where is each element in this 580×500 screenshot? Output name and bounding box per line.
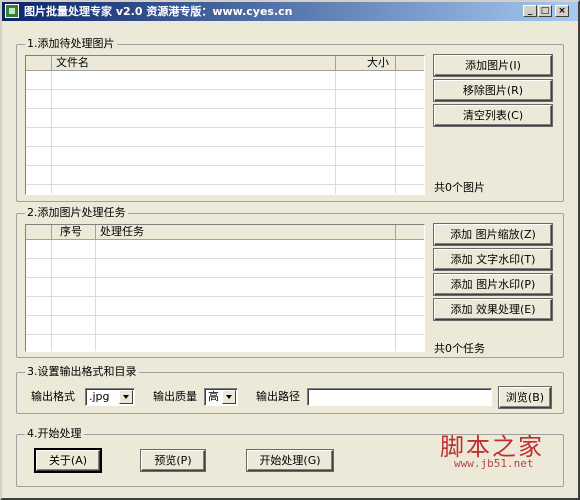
quality-value: 高 (208, 390, 219, 403)
table-row[interactable] (26, 166, 424, 185)
image-count: 共0个图片 (434, 181, 485, 194)
task-list-header-blank (26, 225, 52, 240)
table-row[interactable] (26, 240, 424, 259)
add-scale-task-button[interactable]: 添加 图片缩放(Z) (434, 224, 552, 245)
about-button[interactable]: 关于(A) (36, 450, 100, 471)
add-images-group-label: 1.添加待处理图片 (25, 37, 117, 51)
task-count: 共0个任务 (434, 342, 485, 355)
format-select[interactable]: .jpg (85, 388, 135, 406)
table-row[interactable] (26, 335, 424, 351)
remove-image-button[interactable]: 移除图片(R) (434, 80, 552, 101)
minimize-button[interactable]: _ (523, 5, 537, 17)
chevron-down-icon[interactable] (119, 390, 133, 404)
preview-button[interactable]: 预览(P) (141, 450, 205, 471)
app-icon (5, 4, 19, 18)
table-row[interactable] (26, 316, 424, 335)
add-text-watermark-button[interactable]: 添加 文字水印(T) (434, 249, 552, 270)
format-label: 输出格式 (31, 390, 75, 403)
path-label: 输出路径 (256, 390, 300, 403)
table-row[interactable] (26, 185, 424, 194)
quality-label: 输出质量 (153, 390, 197, 403)
add-images-group: 1.添加待处理图片 文件名 大小 添加图片(I) 移除图片(R) 清空列表(C)… (16, 37, 564, 202)
main-window: 图片批量处理专家 v2.0 资源港专版：www.cyes.cn _ □ × 1.… (0, 0, 580, 500)
add-image-button[interactable]: 添加图片(I) (434, 55, 552, 76)
table-row[interactable] (26, 90, 424, 109)
add-tasks-group: 2.添加图片处理任务 序号 处理任务 添加 图片缩放(Z) 添加 文字水印(T)… (16, 206, 564, 358)
task-list-header-index[interactable]: 序号 (52, 225, 96, 240)
task-list-header-task[interactable]: 处理任务 (96, 225, 396, 240)
chevron-down-icon[interactable] (222, 390, 236, 404)
output-settings-group: 3.设置输出格式和目录 输出格式 .jpg 输出质量 高 输出路径 浏览(B) (16, 365, 564, 414)
add-tasks-group-label: 2.添加图片处理任务 (25, 206, 128, 220)
image-list-header-filler (396, 56, 424, 71)
quality-select[interactable]: 高 (204, 388, 238, 406)
table-row[interactable] (26, 147, 424, 166)
table-row[interactable] (26, 278, 424, 297)
clear-list-button[interactable]: 清空列表(C) (434, 105, 552, 126)
add-image-watermark-button[interactable]: 添加 图片水印(P) (434, 274, 552, 295)
task-list[interactable]: 序号 处理任务 (25, 224, 425, 352)
task-list-header-filler (396, 225, 424, 240)
table-row[interactable] (26, 128, 424, 147)
output-settings-group-label: 3.设置输出格式和目录 (25, 365, 139, 379)
image-list-header-size[interactable]: 大小 (336, 56, 396, 71)
image-list-header-filename[interactable]: 文件名 (52, 56, 336, 71)
close-button[interactable]: × (555, 5, 569, 17)
watermark-url: www.jb51.net (454, 457, 534, 470)
title-bar[interactable]: 图片批量处理专家 v2.0 资源港专版：www.cyes.cn _ □ × (2, 2, 578, 21)
browse-button[interactable]: 浏览(B) (499, 387, 551, 408)
maximize-button[interactable]: □ (538, 5, 552, 17)
window-title: 图片批量处理专家 v2.0 资源港专版：www.cyes.cn (24, 5, 293, 18)
start-processing-group-label: 4.开始处理 (25, 427, 84, 441)
table-row[interactable] (26, 71, 424, 90)
start-processing-button[interactable]: 开始处理(G) (247, 450, 333, 471)
table-row[interactable] (26, 259, 424, 278)
table-row[interactable] (26, 297, 424, 316)
format-value: .jpg (89, 390, 110, 403)
table-row[interactable] (26, 109, 424, 128)
image-list-header-blank (26, 56, 52, 71)
output-path-input[interactable] (307, 388, 492, 406)
image-list[interactable]: 文件名 大小 (25, 55, 425, 195)
add-effect-button[interactable]: 添加 效果处理(E) (434, 299, 552, 320)
